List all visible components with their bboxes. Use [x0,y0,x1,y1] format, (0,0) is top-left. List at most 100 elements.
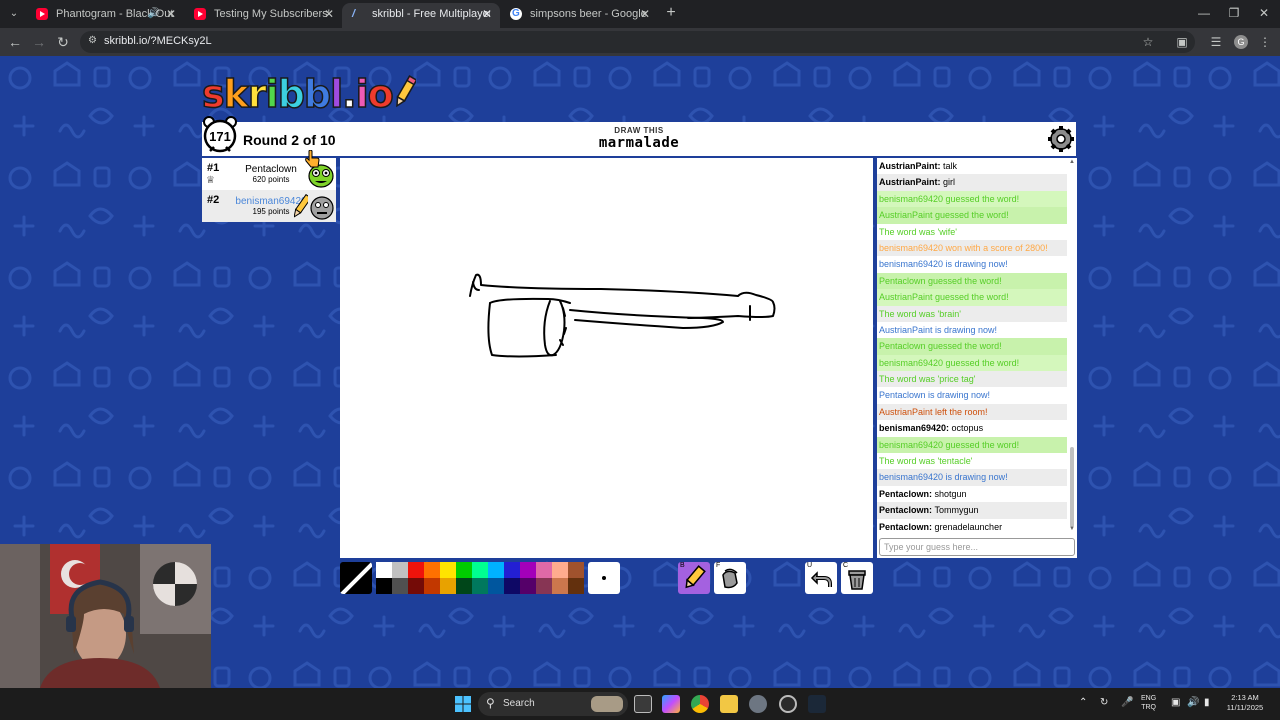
chat-message: AustrianPaint guessed the word! [877,289,1067,306]
color-swatch[interactable] [520,562,536,578]
new-tab-icon[interactable]: + [662,4,680,22]
close-tab-icon[interactable]: ✕ [640,3,650,25]
brush-size-button[interactable] [588,562,620,594]
tab-title: skribbl - Free Multiplayer Drawing [372,8,490,20]
battery-icon[interactable]: ▮ [1204,697,1210,708]
color-swatch[interactable] [536,562,552,578]
keyboard-language[interactable]: ENG TRQ [1141,694,1156,712]
close-window-icon[interactable]: ✕ [1254,4,1274,22]
chat-message: AustrianPaint guessed the word! [877,207,1067,224]
browser-tab-1[interactable]: Phantogram - Black Out Days 🔊 ✕ [26,3,184,28]
undo-button[interactable]: U [805,562,837,594]
pencil-tool-button[interactable]: B [678,562,710,594]
speaker-icon[interactable]: 🔊 [148,3,160,25]
chat-message: The word was 'tentacle' [879,456,973,467]
current-color-swatch[interactable] [340,562,372,594]
color-swatch[interactable] [488,578,504,594]
chat-text: talk [943,161,958,171]
player-points: 620 points [252,175,290,184]
system-clock[interactable]: 2:13 AM 11/11/2025 [1222,693,1268,713]
color-swatch[interactable] [472,562,488,578]
more-menu-icon[interactable]: ⋮ [1256,33,1274,51]
extensions-icon[interactable]: ▣ [1173,33,1191,51]
color-swatch[interactable] [520,578,536,594]
chat-message: AustrianPaint: girl [877,174,1067,191]
color-swatch[interactable] [488,562,504,578]
color-swatch[interactable] [552,578,568,594]
browser-tab-4[interactable]: simpsons beer - Google Search ✕ [500,3,658,28]
network-icon[interactable]: ▣ [1171,697,1180,708]
microphone-icon[interactable]: 🎤 [1121,697,1133,708]
color-swatch[interactable] [504,562,520,578]
media-controls-icon[interactable]: ☰ [1207,33,1225,51]
player-row[interactable]: #2 benisman69420 195 points [202,190,336,222]
color-swatch[interactable] [424,562,440,578]
color-swatch[interactable] [568,578,584,594]
url-field[interactable]: ⚙ skribbl.io/?MECKsy2L [80,31,1195,53]
scroll-down-icon[interactable]: ▼ [1069,526,1075,532]
chat-panel: AustrianPaint: talk AustrianPaint: girl be… [877,158,1077,558]
chat-message: benisman69420 guessed the word! [877,190,1067,208]
profile-avatar[interactable]: G [1234,35,1248,49]
color-swatch[interactable] [456,578,472,594]
chat-message: AustrianPaint left the room! [877,403,1067,421]
webcam-feed [0,544,211,688]
color-swatch[interactable] [472,578,488,594]
taskbar-search[interactable]: ⚲ Search [478,692,628,716]
browser-tab-2[interactable]: Testing My Subscribers' Struggles ✕ [184,3,342,28]
obs-icon[interactable] [779,695,797,713]
clear-button[interactable]: C [841,562,873,594]
file-explorer-icon[interactable] [720,695,738,713]
windows-taskbar: ⚲ Search ⌃ ↻ 🎤 ENG TRQ ▣ 🔊 ▮ 2:13 AM 11/… [0,688,1280,720]
copilot-icon[interactable] [662,695,680,713]
settings-gear-icon[interactable] [1047,125,1075,153]
drawing-canvas[interactable] [340,158,873,558]
site-info-icon[interactable]: ⚙ [88,35,100,47]
close-tab-icon[interactable]: ✕ [324,3,334,25]
color-swatch[interactable] [440,562,456,578]
bookmark-star-icon[interactable]: ☆ [1139,33,1157,51]
close-tab-icon[interactable]: ✕ [166,3,176,25]
restore-icon[interactable]: ❐ [1224,4,1244,22]
color-swatch[interactable] [504,578,520,594]
scroll-up-icon[interactable]: ▲ [1069,159,1075,165]
minimize-icon[interactable]: — [1194,4,1214,22]
pencil-icon [685,565,706,589]
browser-tab-3[interactable]: / skribbl - Free Multiplayer Drawing ✕ [342,3,500,28]
color-swatch[interactable] [456,562,472,578]
color-swatch[interactable] [552,562,568,578]
chat-scrollbar[interactable]: ▲ ▼ [1069,159,1075,532]
guess-input[interactable] [879,538,1075,556]
webcam-overlay [0,544,211,688]
fill-tool-button[interactable]: F [714,562,746,594]
tab-search-menu-icon[interactable]: ⌄ [6,6,22,22]
color-swatch[interactable] [376,562,392,578]
settings-app-icon[interactable] [749,695,767,713]
back-icon[interactable]: ← [6,33,24,51]
color-swatch[interactable] [392,562,408,578]
scrollbar-thumb[interactable] [1070,447,1074,527]
color-swatch[interactable] [376,578,392,594]
chrome-icon[interactable] [691,695,709,713]
chat-message: Pentaclown: shotgun [877,486,1067,502]
color-swatch[interactable] [568,562,584,578]
steam-icon[interactable] [808,695,826,713]
task-view-icon[interactable] [634,695,652,713]
color-swatch[interactable] [408,562,424,578]
volume-icon[interactable]: 🔊 [1187,697,1199,708]
close-tab-icon[interactable]: ✕ [482,3,492,25]
taskbar-search-label: Search [503,698,535,709]
chat-message: benisman69420 is drawing now! [877,469,1067,486]
color-swatch[interactable] [392,578,408,594]
color-swatch[interactable] [424,578,440,594]
tab-title: Testing My Subscribers' Struggles [214,8,332,20]
color-swatch[interactable] [408,578,424,594]
color-swatch[interactable] [536,578,552,594]
chat-author: benisman69420 [879,423,947,434]
reload-icon[interactable]: ↻ [54,33,72,51]
forward-icon[interactable]: → [30,33,48,51]
tray-app-icon[interactable]: ↻ [1100,697,1108,708]
windows-start-icon[interactable] [455,696,471,712]
color-swatch[interactable] [440,578,456,594]
tray-overflow-icon[interactable]: ⌃ [1079,697,1087,708]
